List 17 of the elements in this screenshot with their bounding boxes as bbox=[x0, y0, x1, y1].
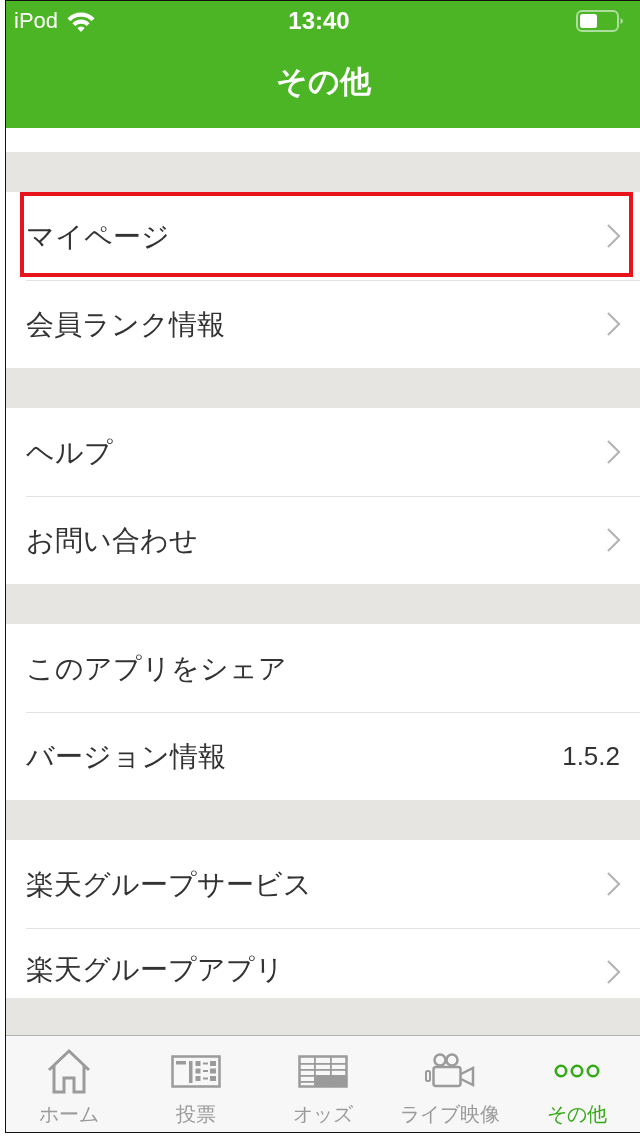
chevron-right-icon bbox=[606, 439, 621, 465]
status-time: 13:40 bbox=[288, 7, 350, 35]
table-grid-icon bbox=[298, 1054, 348, 1088]
version-number: 1.5.2 bbox=[562, 740, 620, 772]
house-icon bbox=[46, 1048, 93, 1094]
ticket-icon bbox=[171, 1054, 222, 1088]
chevron-right-icon bbox=[606, 959, 621, 985]
wifi-icon bbox=[66, 10, 97, 32]
carrier-name: iPod bbox=[14, 8, 59, 34]
battery-icon bbox=[576, 10, 624, 32]
screen-title: その他 bbox=[275, 62, 371, 101]
chevron-right-icon bbox=[606, 223, 621, 249]
chevron-right-icon bbox=[606, 871, 621, 897]
video-camera-icon bbox=[423, 1053, 476, 1089]
more-dots-icon bbox=[553, 1064, 600, 1078]
chevron-right-icon bbox=[606, 311, 621, 337]
chevron-right-icon bbox=[606, 527, 621, 553]
